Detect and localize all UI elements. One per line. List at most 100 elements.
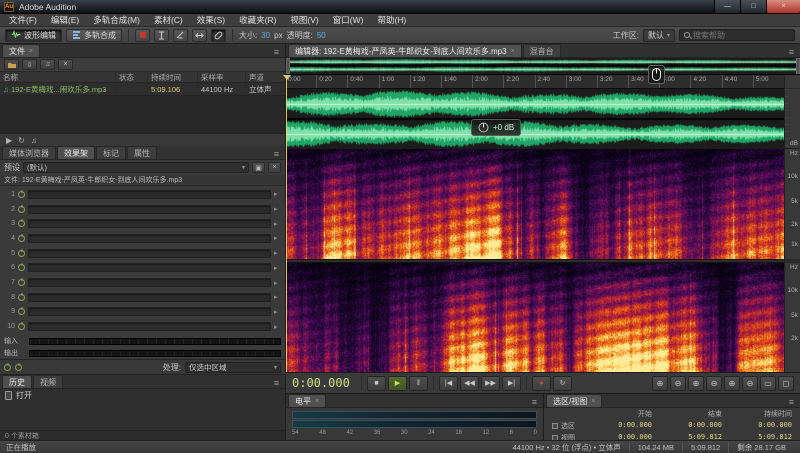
tab-levels[interactable]: 电平 × bbox=[288, 394, 326, 407]
slot-well[interactable] bbox=[28, 205, 271, 214]
zoom-in-vertical-button[interactable]: ⊕ bbox=[724, 376, 740, 391]
column-duration[interactable]: 持续时间 bbox=[148, 72, 198, 82]
panel-menu-icon[interactable]: ≡ bbox=[528, 397, 541, 407]
effect-slot[interactable]: 1 ▸ bbox=[4, 188, 281, 201]
effect-slot[interactable]: 4 ▸ bbox=[4, 232, 281, 245]
menu-item[interactable]: 文件(F) bbox=[2, 14, 44, 27]
slot-well[interactable] bbox=[28, 293, 271, 302]
effect-slot[interactable]: 3 ▸ bbox=[4, 217, 281, 230]
panel-menu-icon[interactable]: ≡ bbox=[270, 47, 283, 57]
power-icon[interactable] bbox=[18, 250, 25, 257]
effect-slot[interactable]: 9 ▸ bbox=[4, 306, 281, 319]
slot-well[interactable] bbox=[28, 307, 271, 316]
timeline-ruler[interactable]: 0:00 0:20 0:40 1:00 1:20 1:40 bbox=[286, 75, 784, 89]
history-item-open[interactable]: 打开 bbox=[0, 389, 285, 401]
slot-well[interactable] bbox=[28, 249, 271, 258]
slot-well[interactable] bbox=[28, 278, 271, 287]
search-input[interactable] bbox=[693, 31, 790, 40]
column-status[interactable]: 状态 bbox=[116, 72, 148, 82]
menu-item[interactable]: 视图(V) bbox=[283, 14, 325, 27]
close-button[interactable]: × bbox=[766, 0, 800, 13]
power-icon[interactable] bbox=[18, 206, 25, 213]
overview-right-handle[interactable] bbox=[796, 58, 800, 74]
opacity-value[interactable]: 50 bbox=[317, 31, 326, 40]
slot-well[interactable] bbox=[28, 322, 271, 331]
zoom-selection-button[interactable]: ▭ bbox=[760, 376, 776, 391]
delete-icon[interactable]: × bbox=[58, 59, 73, 70]
gain-hud-value[interactable]: +0 dB bbox=[493, 123, 514, 132]
effect-slot[interactable]: 7 ▸ bbox=[4, 276, 281, 289]
spectrogram-left[interactable] bbox=[286, 149, 784, 259]
time-display[interactable]: 0:00.000 bbox=[292, 376, 356, 390]
frequency-ruler-right[interactable]: Hz 10k 5k 2k bbox=[785, 263, 800, 373]
slot-arrow-icon[interactable]: ▸ bbox=[274, 264, 281, 272]
selection-end[interactable]: 0:00.000 bbox=[652, 421, 722, 431]
overview-left-handle[interactable] bbox=[286, 58, 290, 74]
close-icon[interactable]: × bbox=[591, 398, 595, 405]
panel-menu-icon[interactable]: ≡ bbox=[270, 149, 283, 159]
zoom-out-horizontal-button[interactable]: ⊖ bbox=[706, 376, 722, 391]
menu-item[interactable]: 帮助(H) bbox=[370, 14, 413, 27]
power-icon[interactable] bbox=[18, 235, 25, 242]
waveform-display[interactable]: +0 dB bbox=[286, 89, 784, 149]
tab-history[interactable]: 历史 bbox=[2, 375, 32, 388]
help-search-box[interactable] bbox=[679, 29, 795, 41]
slot-arrow-icon[interactable]: ▸ bbox=[274, 323, 281, 331]
rewind-button[interactable]: ◀◀ bbox=[460, 376, 479, 391]
zoom-in-horizontal-button[interactable]: ⊕ bbox=[688, 376, 704, 391]
overview-strip[interactable] bbox=[286, 58, 800, 75]
column-samplerate[interactable]: 采样率 bbox=[198, 72, 246, 82]
slot-arrow-icon[interactable]: ▸ bbox=[274, 249, 281, 257]
tab-files[interactable]: 文件 × bbox=[2, 44, 40, 57]
zoom-out-button[interactable]: ⊖ bbox=[670, 376, 686, 391]
slot-arrow-icon[interactable]: ▸ bbox=[274, 220, 281, 228]
zoom-full-button[interactable]: ◻ bbox=[778, 376, 794, 391]
power-icon[interactable] bbox=[18, 308, 25, 315]
menu-item[interactable]: 效果(S) bbox=[190, 14, 232, 27]
play-button[interactable]: ▶ bbox=[388, 376, 407, 391]
process-dropdown[interactable]: 仅选中区域 ▾ bbox=[185, 362, 281, 373]
spectrogram-right[interactable] bbox=[286, 263, 784, 373]
column-name[interactable]: 名称 bbox=[0, 72, 116, 82]
rack-meter-icon[interactable] bbox=[15, 364, 22, 371]
frequency-ruler-left[interactable]: Hz 10k 5k 2k 1k bbox=[785, 149, 800, 259]
tab-selection-view[interactable]: 选区/视图 × bbox=[546, 394, 602, 407]
time-selection-tool-icon[interactable] bbox=[154, 29, 169, 42]
rack-power-icon[interactable] bbox=[4, 364, 11, 371]
tab-video[interactable]: 视频 bbox=[33, 375, 63, 388]
slot-arrow-icon[interactable]: ▸ bbox=[274, 234, 281, 242]
zoom-in-button[interactable]: ⊕ bbox=[652, 376, 668, 391]
amplitude-ruler[interactable]: dB bbox=[785, 89, 800, 149]
slot-arrow-icon[interactable]: ▸ bbox=[274, 190, 281, 198]
waveform-editor-button[interactable]: 波形编辑 bbox=[5, 29, 62, 42]
tab-media-browser[interactable]: 媒体浏览器 bbox=[2, 146, 56, 159]
power-icon[interactable] bbox=[18, 191, 25, 198]
workspace-dropdown[interactable]: 默认 ▾ bbox=[643, 29, 675, 42]
menu-item[interactable]: 收藏夹(R) bbox=[232, 14, 283, 27]
panel-menu-icon[interactable]: ≡ bbox=[785, 397, 798, 407]
skip-forward-button[interactable]: ▶| bbox=[502, 376, 521, 391]
close-icon[interactable]: × bbox=[29, 48, 33, 55]
gain-hud[interactable]: +0 dB bbox=[471, 119, 521, 136]
power-icon[interactable] bbox=[18, 323, 25, 330]
tab-editor[interactable]: 编辑器: 192-E黄梅戏-严凤英-牛郎织女-到底人间欢乐多.mp3 × bbox=[288, 44, 522, 57]
power-icon[interactable] bbox=[18, 294, 25, 301]
menu-item[interactable]: 多轨合成(M) bbox=[86, 14, 147, 27]
close-icon[interactable]: × bbox=[511, 48, 515, 55]
slot-well[interactable] bbox=[28, 263, 271, 272]
effect-slot[interactable]: 6 ▸ bbox=[4, 262, 281, 275]
effect-slot[interactable]: 10 ▸ bbox=[4, 320, 281, 333]
effect-slot[interactable]: 5 ▸ bbox=[4, 247, 281, 260]
spectral-display[interactable] bbox=[286, 149, 784, 372]
open-file-icon[interactable] bbox=[4, 59, 19, 70]
preset-dropdown[interactable]: (默认) ▾ bbox=[23, 162, 249, 173]
pause-button[interactable]: ‖ bbox=[409, 376, 428, 391]
loop-button[interactable]: ↻ bbox=[553, 376, 572, 391]
playhead[interactable] bbox=[286, 75, 287, 372]
record-indicator-icon[interactable] bbox=[135, 29, 150, 42]
preview-loop-icon[interactable]: ↻ bbox=[18, 136, 25, 145]
slot-arrow-icon[interactable]: ▸ bbox=[274, 293, 281, 301]
minimize-button[interactable]: — bbox=[714, 0, 740, 13]
slip-tool-icon[interactable] bbox=[192, 29, 207, 42]
fast-forward-button[interactable]: ▶▶ bbox=[481, 376, 500, 391]
